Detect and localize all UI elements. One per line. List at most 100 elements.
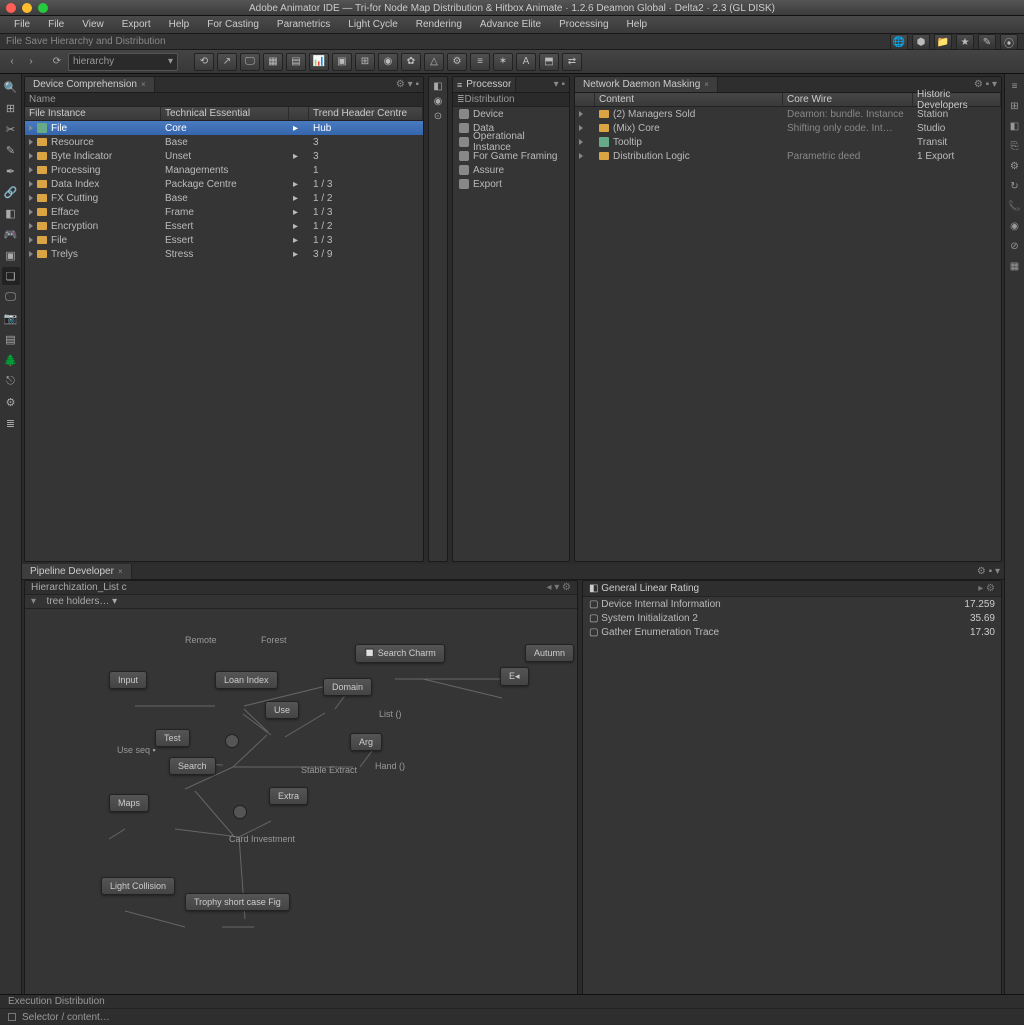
zoom-icon[interactable] [38, 3, 48, 13]
graph-node[interactable]: Test [155, 729, 190, 747]
toolbar-icon[interactable]: ⊞ [355, 53, 375, 71]
action-icon[interactable]: ◧ [433, 81, 442, 92]
table-row[interactable]: FileCore▸Hub [25, 121, 423, 135]
right-tool-icon[interactable]: ▦ [1007, 258, 1023, 274]
tool-icon[interactable]: ◧ [2, 204, 20, 222]
tool-icon[interactable]: 📷 [2, 309, 20, 327]
nav-back-button[interactable]: ‹ [4, 54, 20, 70]
tool-icon[interactable]: ✎ [2, 141, 20, 159]
tool-icon[interactable]: 🌲 [2, 351, 20, 369]
toolbar-icon[interactable]: ▣ [332, 53, 352, 71]
menu-view[interactable]: View [74, 17, 112, 32]
menu-advance-elite[interactable]: Advance Elite [472, 17, 549, 32]
graph-junction[interactable] [225, 734, 239, 748]
list-item[interactable]: For Game Framing [453, 149, 569, 163]
tool-icon[interactable]: ❏ [2, 267, 20, 285]
table-row[interactable]: (2) Managers SoldDeamon: bundle. Instanc… [575, 107, 1001, 121]
close-icon[interactable]: × [704, 80, 709, 89]
status-checkbox[interactable] [8, 1013, 16, 1021]
right-tool-icon[interactable]: ⎘ [1007, 138, 1023, 154]
tool-icon[interactable]: ▣ [2, 246, 20, 264]
menu-rendering[interactable]: Rendering [408, 17, 470, 32]
menu-parametrics[interactable]: Parametrics [269, 17, 338, 32]
toolbar-icon[interactable]: ✶ [493, 53, 513, 71]
graph-node[interactable]: E◂ [500, 667, 529, 686]
table-row[interactable]: Data IndexPackage Centre▸1 / 3 [25, 177, 423, 191]
toolbar-icon[interactable]: ⬒ [539, 53, 559, 71]
right-tool-icon[interactable]: ◧ [1007, 118, 1023, 134]
topright-icon[interactable]: ★ [956, 34, 974, 50]
table-row[interactable]: Byte IndicatorUnset▸3 [25, 149, 423, 163]
action-icon[interactable]: ⊙ [434, 111, 442, 122]
table-row[interactable]: EffaceFrame▸1 / 3 [25, 205, 423, 219]
processor-tab[interactable]: ≡ Processor [453, 77, 516, 92]
tool-icon[interactable]: ⊞ [2, 99, 20, 117]
right-tool-icon[interactable]: ⚙ [1007, 158, 1023, 174]
tool-icon[interactable]: ✒ [2, 162, 20, 180]
table-row[interactable]: FX CuttingBase▸1 / 2 [25, 191, 423, 205]
topright-icon[interactable]: 🌐 [890, 34, 908, 50]
pipeline-tab[interactable]: Pipeline Developer × [22, 564, 132, 579]
table-row[interactable]: Distribution LogicParametric deed1 Expor… [575, 149, 1001, 163]
table-row[interactable]: ProcessingManagements1 [25, 163, 423, 177]
tool-icon[interactable]: ✂ [2, 120, 20, 138]
topright-icon[interactable]: ✎ [978, 34, 996, 50]
tool-icon[interactable]: ⚙ [2, 393, 20, 411]
device-tab[interactable]: Device Comprehension × [25, 77, 155, 92]
topright-icon[interactable]: ⬢ [912, 34, 930, 50]
toolbar-icon[interactable]: 📊 [309, 53, 329, 71]
graph-node[interactable]: Input [109, 671, 147, 689]
table-row[interactable]: TrelysStress▸3 / 9 [25, 247, 423, 261]
graph-node[interactable]: Arg [350, 733, 382, 751]
menu-help[interactable]: Help [619, 17, 656, 32]
right-tool-icon[interactable]: 📞 [1007, 198, 1023, 214]
topright-icon[interactable]: 📁 [934, 34, 952, 50]
tool-icon[interactable]: 🔍 [2, 78, 20, 96]
topright-icon[interactable]: ⦿ [1000, 34, 1018, 50]
graph-node[interactable]: Loan Index [215, 671, 278, 689]
toolbar-icon[interactable]: ⇄ [562, 53, 582, 71]
graph-node[interactable]: Use [265, 701, 299, 719]
table-row[interactable]: FileEssert▸1 / 3 [25, 233, 423, 247]
menu-export[interactable]: Export [114, 17, 159, 32]
close-icon[interactable]: × [118, 567, 123, 576]
graph-node[interactable]: 🔲 Search Charm [355, 644, 445, 663]
menu-help[interactable]: Help [161, 17, 198, 32]
tool-icon[interactable]: 🔗 [2, 183, 20, 201]
graph-sub[interactable]: ▾ tree holders… ▾ [25, 595, 577, 609]
toolbar-icon[interactable]: A [516, 53, 536, 71]
table-row[interactable]: TooltipTransit [575, 135, 1001, 149]
graph-node[interactable]: Maps [109, 794, 149, 812]
tool-icon[interactable]: ▤ [2, 330, 20, 348]
graph-node[interactable]: Autumn [525, 644, 574, 662]
graph-node[interactable]: Search [169, 757, 216, 775]
property-row[interactable]: ▢ Gather Enumeration Trace17.30 [583, 625, 1001, 639]
refresh-button[interactable]: ⟳ [49, 54, 65, 70]
tool-icon[interactable]: ⎋ [2, 372, 20, 390]
right-tool-icon[interactable]: ⊘ [1007, 238, 1023, 254]
table-row[interactable]: EncryptionEssert▸1 / 2 [25, 219, 423, 233]
panel-gear[interactable]: ▾ ▪ [550, 79, 569, 90]
network-tab[interactable]: Network Daemon Masking × [575, 77, 718, 92]
node-graph[interactable]: Hierarchization_List c ◂ ▾ ⚙ ▾ tree hold… [24, 580, 578, 1022]
minimize-icon[interactable] [22, 3, 32, 13]
toolbar-icon[interactable]: ↗ [217, 53, 237, 71]
list-item[interactable]: Export [453, 177, 569, 191]
table-row[interactable]: ResourceBase3 [25, 135, 423, 149]
toolbar-icon[interactable]: ✿ [401, 53, 421, 71]
close-icon[interactable] [6, 3, 16, 13]
toolbar-icon[interactable]: ◉ [378, 53, 398, 71]
tool-icon[interactable]: ≣ [2, 414, 20, 432]
graph-junction[interactable] [233, 805, 247, 819]
tool-icon[interactable]: 🖵 [2, 288, 20, 306]
graph-crumb[interactable]: Hierarchization_List c ◂ ▾ ⚙ [25, 581, 577, 595]
toolbar-icon[interactable]: △ [424, 53, 444, 71]
toolbar-icon[interactable]: ≡ [470, 53, 490, 71]
panel-gear[interactable]: ⚙ ▪ ▾ [973, 566, 1004, 577]
list-item[interactable]: Device [453, 107, 569, 121]
toolbar-icon[interactable]: ⚙ [447, 53, 467, 71]
panel-gear[interactable]: ⚙ ▾ ▪ [392, 79, 423, 90]
graph-node[interactable]: Trophy short case Fig [185, 893, 290, 911]
property-row[interactable]: ▢ System Initialization 235.69 [583, 611, 1001, 625]
right-tool-icon[interactable]: ≡ [1007, 78, 1023, 94]
